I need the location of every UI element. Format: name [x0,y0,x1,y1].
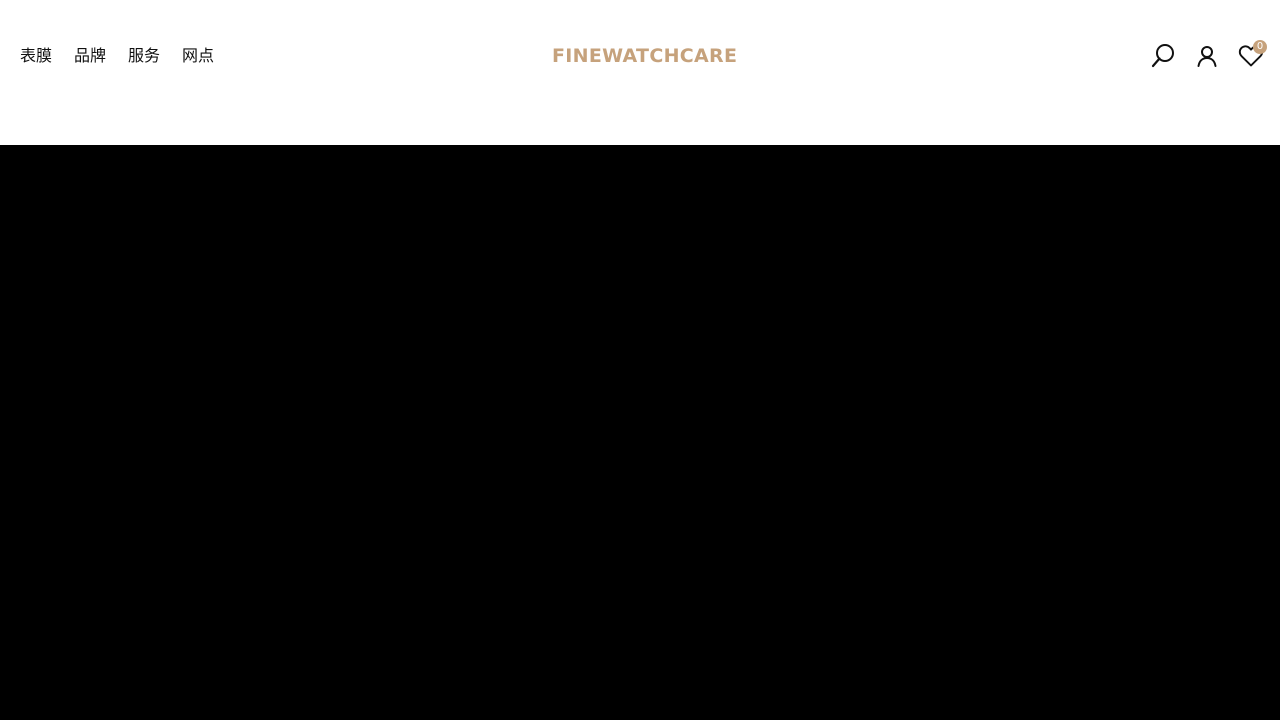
user-icon [1197,46,1217,67]
nav-item-watch-film[interactable]: 表膜 [20,44,52,68]
header-icons: 0 0 [1080,40,1280,72]
site-logo[interactable]: FINEWATCHCARE [552,43,737,69]
wishlist-count-badge: 0 [1253,40,1267,54]
search-icon [1151,44,1174,68]
nav-item-locations[interactable]: 网点 [182,44,214,68]
main-nav: 表膜 品牌 服务 网点 [20,44,214,68]
hero-banner [0,145,1280,720]
nav-item-services[interactable]: 服务 [128,44,160,68]
nav-item-brands[interactable]: 品牌 [74,44,106,68]
search-button[interactable] [1147,40,1179,72]
wishlist-button[interactable]: 0 [1235,40,1267,72]
account-button[interactable] [1191,40,1223,72]
site-header: 表膜 品牌 服务 网点 FINEWATCHCARE 0 [0,0,1280,145]
